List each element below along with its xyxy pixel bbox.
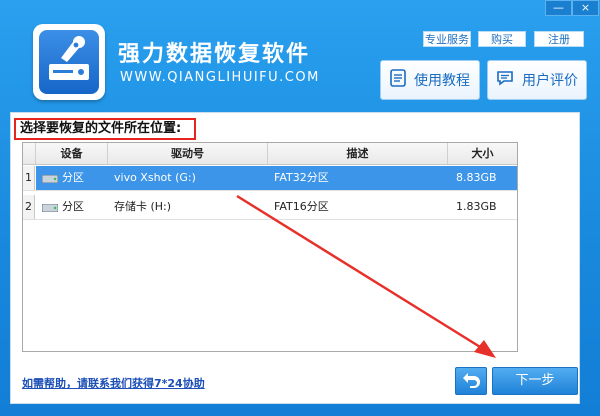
drive-cell: 存储卡 (H:) [114, 200, 172, 213]
disk-icon [41, 203, 59, 214]
back-arrow-icon [456, 373, 486, 398]
user-review-button[interactable]: 用户评价 [487, 60, 587, 100]
table-header: 设备 驱动号 描述 大小 [23, 143, 517, 165]
app-window: — × 强力数据恢复软件 WWW.QIANGLIHUIFU.COM 专业服务 购… [0, 0, 600, 416]
size-cell: 1.83GB [456, 200, 497, 213]
close-button[interactable]: × [572, 0, 599, 16]
comment-icon [496, 70, 514, 90]
col-description[interactable]: 描述 [268, 143, 448, 164]
buy-link[interactable]: 购买 [478, 31, 526, 47]
row-divider [23, 219, 517, 220]
col-drive[interactable]: 驱动号 [108, 143, 268, 164]
hard-drive-wrench-icon [39, 30, 99, 94]
location-prompt: 选择要恢复的文件所在位置: [14, 118, 196, 140]
register-link[interactable]: 注册 [534, 31, 584, 47]
next-step-button[interactable]: 下一步 [492, 367, 578, 395]
user-review-label: 用户评价 [522, 73, 578, 89]
table-row[interactable]: 1 分区 vivo Xshot (G:) FAT32分区 8.83GB [23, 166, 517, 190]
header-index-cell [23, 143, 36, 164]
drive-table: 设备 驱动号 描述 大小 1 分区 vivo Xshot (G:) FAT32分… [22, 142, 518, 352]
row-divider [23, 190, 517, 191]
device-cell: 分区 [62, 171, 84, 184]
description-cell: FAT32分区 [274, 171, 329, 184]
pro-service-link[interactable]: 专业服务 [423, 31, 471, 47]
drive-cell: vivo Xshot (G:) [114, 171, 196, 184]
description-cell: FAT16分区 [274, 200, 329, 213]
size-cell: 8.83GB [456, 171, 497, 184]
app-logo [33, 24, 105, 100]
col-size[interactable]: 大小 [448, 143, 517, 164]
row-index: 2 [23, 195, 35, 219]
row-index: 1 [23, 166, 35, 190]
tutorial-label: 使用教程 [414, 73, 470, 89]
minimize-button[interactable]: — [545, 0, 572, 16]
table-row[interactable]: 2 分区 存储卡 (H:) FAT16分区 1.83GB [23, 195, 517, 219]
col-device[interactable]: 设备 [36, 143, 108, 164]
app-website: WWW.QIANGLIHUIFU.COM [120, 70, 320, 85]
document-icon [390, 69, 406, 91]
tutorial-button[interactable]: 使用教程 [380, 60, 480, 100]
disk-icon [41, 174, 59, 185]
back-button[interactable] [455, 367, 487, 395]
app-title: 强力数据恢复软件 [118, 42, 311, 67]
help-link[interactable]: 如需帮助，请联系我们获得7*24协助 [22, 375, 205, 391]
device-cell: 分区 [62, 200, 84, 213]
